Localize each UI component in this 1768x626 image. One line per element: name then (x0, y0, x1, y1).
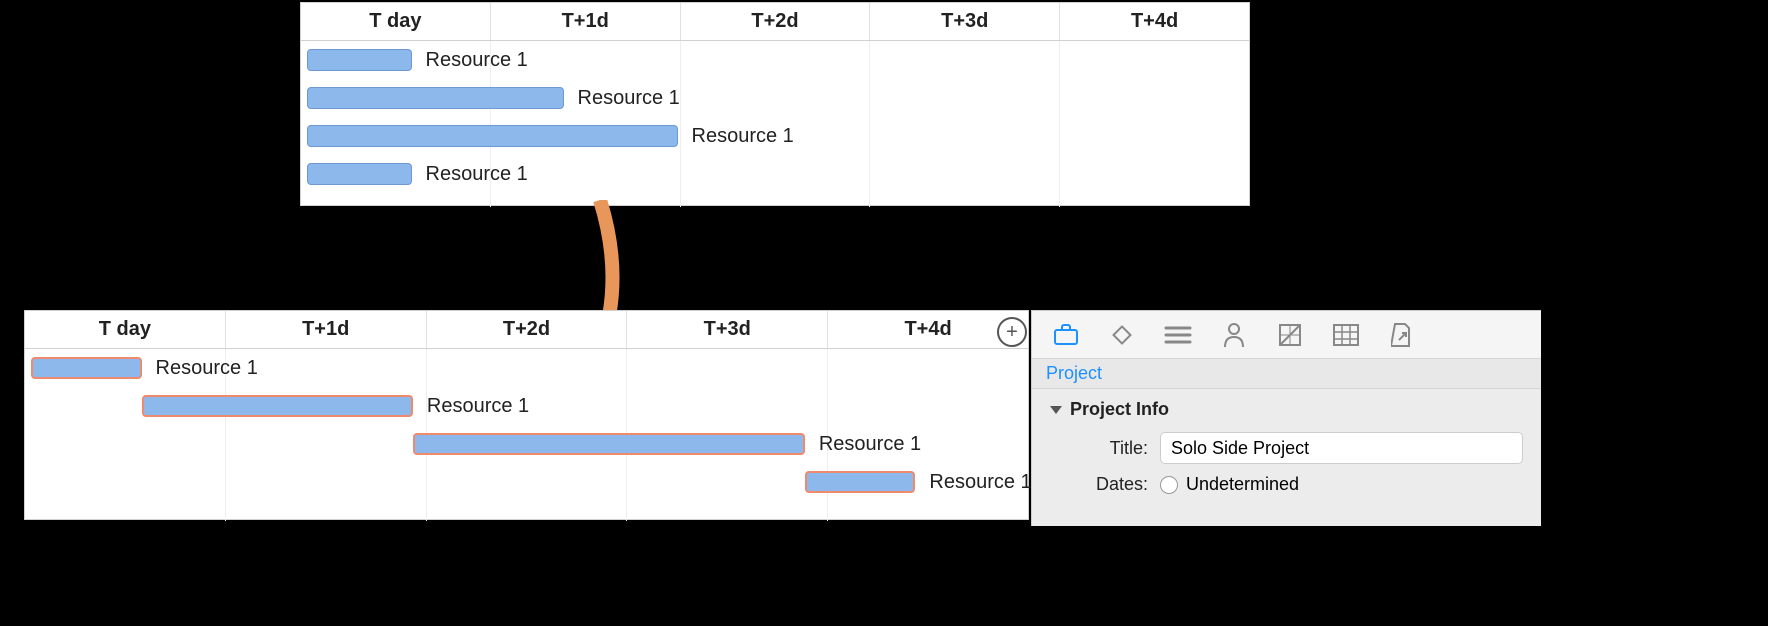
task-row: Resource 1 (25, 425, 1028, 463)
task-bar[interactable] (413, 433, 805, 455)
timeline-header-cell: T+2d (427, 311, 628, 348)
dates-option-undetermined[interactable]: Undetermined (1160, 474, 1299, 495)
timeline-header-cell: T day (301, 3, 491, 40)
diamond-icon[interactable] (1108, 321, 1136, 349)
disclosure-triangle-icon (1050, 406, 1062, 414)
table-icon[interactable] (1332, 321, 1360, 349)
task-label: Resource 1 (156, 357, 258, 380)
task-label: Resource 1 (427, 395, 529, 418)
inspector-tab-label: Project (1032, 359, 1541, 389)
task-bar[interactable] (307, 49, 412, 71)
timeline-header-cell: T+1d (226, 311, 427, 348)
timeline-header-cell: T day (25, 311, 226, 348)
briefcase-icon[interactable] (1052, 321, 1080, 349)
radio-icon (1160, 476, 1178, 494)
radio-label: Undetermined (1186, 474, 1299, 495)
section-header[interactable]: Project Info (1050, 399, 1523, 420)
timeline-header-cell: T+1d (491, 3, 681, 40)
inspector-icon-tabs (1032, 311, 1541, 359)
project-info-section: Project Info Title: Dates: Undetermined (1032, 389, 1541, 515)
task-label: Resource 1 (819, 433, 921, 456)
task-label: Resource 1 (929, 471, 1031, 494)
stack-icon[interactable] (1164, 321, 1192, 349)
task-label: Resource 1 (578, 87, 680, 110)
person-icon[interactable] (1220, 321, 1248, 349)
task-row: Resource 1 (301, 79, 1249, 117)
timeline-header: T dayT+1dT+2dT+3dT+4d (25, 311, 1028, 349)
task-bar[interactable] (307, 125, 678, 147)
task-bar[interactable] (307, 87, 564, 109)
task-label: Resource 1 (426, 49, 528, 72)
gantt-panel-before: T dayT+1dT+2dT+3dT+4d Resource 1Resource… (300, 2, 1250, 206)
timeline-header-cell: T+3d (870, 3, 1060, 40)
export-icon[interactable] (1388, 321, 1416, 349)
task-row: Resource 1 (301, 41, 1249, 79)
task-row: Resource 1 (301, 117, 1249, 155)
task-row: Resource 1 (25, 387, 1028, 425)
gantt-panel-after: T dayT+1dT+2dT+3dT+4d Resource 1Resource… (24, 310, 1029, 520)
section-title: Project Info (1070, 399, 1169, 420)
timeline-header-cell: T+4d (1060, 3, 1249, 40)
zoom-in-button[interactable]: + (997, 317, 1027, 347)
task-row: Resource 1 (25, 349, 1028, 387)
title-field[interactable] (1160, 432, 1523, 464)
task-bar[interactable] (31, 357, 142, 379)
dates-label: Dates: (1050, 474, 1160, 495)
timeline-header: T dayT+1dT+2dT+3dT+4d (301, 3, 1249, 41)
timeline-header-cell: T+2d (681, 3, 871, 40)
task-label: Resource 1 (692, 125, 794, 148)
task-bar[interactable] (142, 395, 413, 417)
timeline-body: Resource 1 Resource 1 Resource 1 Resource 1 (301, 41, 1249, 207)
task-bar[interactable] (307, 163, 412, 185)
task-bar[interactable] (805, 471, 916, 493)
timeline-header-cell: T+3d (627, 311, 828, 348)
task-label: Resource 1 (426, 163, 528, 186)
task-row: Resource 1 (301, 155, 1249, 193)
task-row: Resource 1 (25, 463, 1028, 501)
timeline-body: Resource 1 Resource 1 Resource 1 Resource 1 (25, 349, 1028, 521)
styles-icon[interactable] (1276, 321, 1304, 349)
title-label: Title: (1050, 438, 1160, 459)
plus-icon: + (1006, 321, 1018, 344)
inspector-panel: Project Project Info Title: Dates: Undet… (1031, 310, 1541, 526)
